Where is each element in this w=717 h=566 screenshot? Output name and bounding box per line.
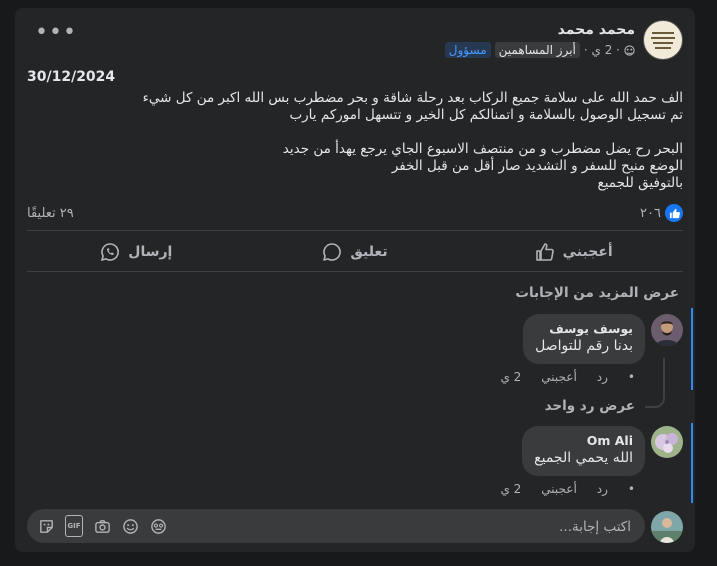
post-author-name[interactable]: محمد محمد	[558, 22, 635, 38]
reply-composer: GIF	[27, 509, 645, 545]
commenter-avatar[interactable]	[651, 314, 683, 346]
view-one-reply-link[interactable]: عرض رد واحد	[545, 398, 635, 414]
comment-reply-button[interactable]: رد	[597, 482, 608, 496]
author-avatar-image	[646, 23, 680, 57]
commenter-name[interactable]: يوسف يوسف	[535, 321, 633, 337]
comment-actions: 2 ي أعجبني رد •	[500, 482, 635, 496]
reactions-count: ٢٠٦	[640, 205, 661, 221]
comment-thread-indicator	[691, 308, 693, 390]
top-contributor-badge[interactable]: أبرز المساهمين	[494, 42, 580, 58]
admin-badge[interactable]: مسؤول	[444, 42, 491, 58]
avatar-sticker-icon[interactable]	[149, 517, 167, 535]
commenter-avatar[interactable]	[651, 426, 683, 458]
reactions-summary[interactable]: ٢٠٦	[640, 204, 683, 222]
post-time[interactable]: · 2 ي ·	[584, 43, 620, 57]
gif-icon[interactable]: GIF	[65, 515, 83, 537]
post-line: البحر رح يضل مضطرب و من منتصف الاسبوع ال…	[282, 141, 683, 157]
author-avatar[interactable]	[643, 20, 683, 60]
comment-reply-button[interactable]: رد	[597, 370, 608, 384]
commenter-avatar-image	[651, 426, 683, 458]
send-button-label: إرسال	[128, 244, 173, 260]
thumbs-up-icon	[535, 243, 554, 261]
reply-input[interactable]	[329, 509, 633, 545]
group-privacy-icon	[624, 44, 635, 56]
comment-bubble: يوسف يوسف بدنا رقم للتواصل	[523, 314, 645, 364]
comment-icon	[323, 243, 342, 261]
current-user-avatar[interactable]	[651, 511, 683, 543]
comment-text: بدنا رقم للتواصل	[535, 338, 633, 354]
divider	[27, 271, 683, 272]
comment-bubble: Om Ali الله يحمي الجميع	[522, 426, 645, 476]
comment-actions: 2 ي أعجبني رد •	[500, 370, 635, 384]
send-button[interactable]: إرسال	[27, 234, 246, 270]
comment-button-label: تعليق	[350, 244, 388, 260]
current-user-avatar-image	[651, 511, 683, 543]
reply-thread-connector	[645, 358, 665, 408]
view-more-replies-link[interactable]: عرض المزيد من الإجابات	[515, 285, 679, 301]
post-line: بالتوفيق للجميع	[597, 175, 683, 191]
comment-time[interactable]: 2 ي	[500, 370, 521, 384]
comment-like-button[interactable]: أعجبني	[541, 482, 576, 496]
reply-tools: GIF	[37, 515, 167, 537]
like-button-label: أعجبني	[562, 244, 613, 260]
like-button[interactable]: أعجبني	[464, 234, 683, 270]
comment-like-button[interactable]: أعجبني	[541, 370, 576, 384]
whatsapp-icon	[101, 243, 120, 262]
post-meta: مسؤول أبرز المساهمين · 2 ي ·	[444, 41, 635, 59]
post-line-gap	[43, 124, 683, 141]
post-line: الف حمد الله على سلامة جميع الركاب بعد ر…	[142, 90, 683, 106]
gif-label: GIF	[65, 515, 83, 537]
separator-dot: •	[627, 370, 635, 384]
emoji-icon[interactable]	[121, 517, 139, 535]
comments-count[interactable]: ٢٩ تعليقًا	[27, 206, 74, 221]
post-card: ••• محمد محمد مسؤول أبرز المساهمين · 2 ي…	[15, 8, 695, 552]
like-reaction-icon	[665, 204, 683, 222]
post-date: 30/12/2024	[27, 69, 116, 85]
post-body: الف حمد الله على سلامة جميع الركاب بعد ر…	[43, 90, 683, 192]
separator-dot: •	[627, 482, 635, 496]
commenter-name[interactable]: Om Ali	[534, 433, 633, 449]
comment-time[interactable]: 2 ي	[500, 482, 521, 496]
camera-icon[interactable]	[93, 517, 111, 535]
post-line: تم تسجيل الوصول بالسلامة و اتمنالكم كل ا…	[289, 107, 683, 123]
post-line: الوضع منيح للسفر و التشديد صار أقل من قب…	[391, 158, 683, 174]
commenter-avatar-image	[651, 314, 683, 346]
comment-button[interactable]: تعليق	[246, 234, 465, 270]
more-options-icon[interactable]: •••	[35, 22, 77, 44]
sticker-icon[interactable]	[37, 517, 55, 535]
post-actions: أعجبني تعليق إرسال	[27, 234, 683, 270]
divider	[27, 230, 683, 231]
comment-thread-indicator	[691, 423, 693, 503]
comment-text: الله يحمي الجميع	[534, 450, 633, 466]
